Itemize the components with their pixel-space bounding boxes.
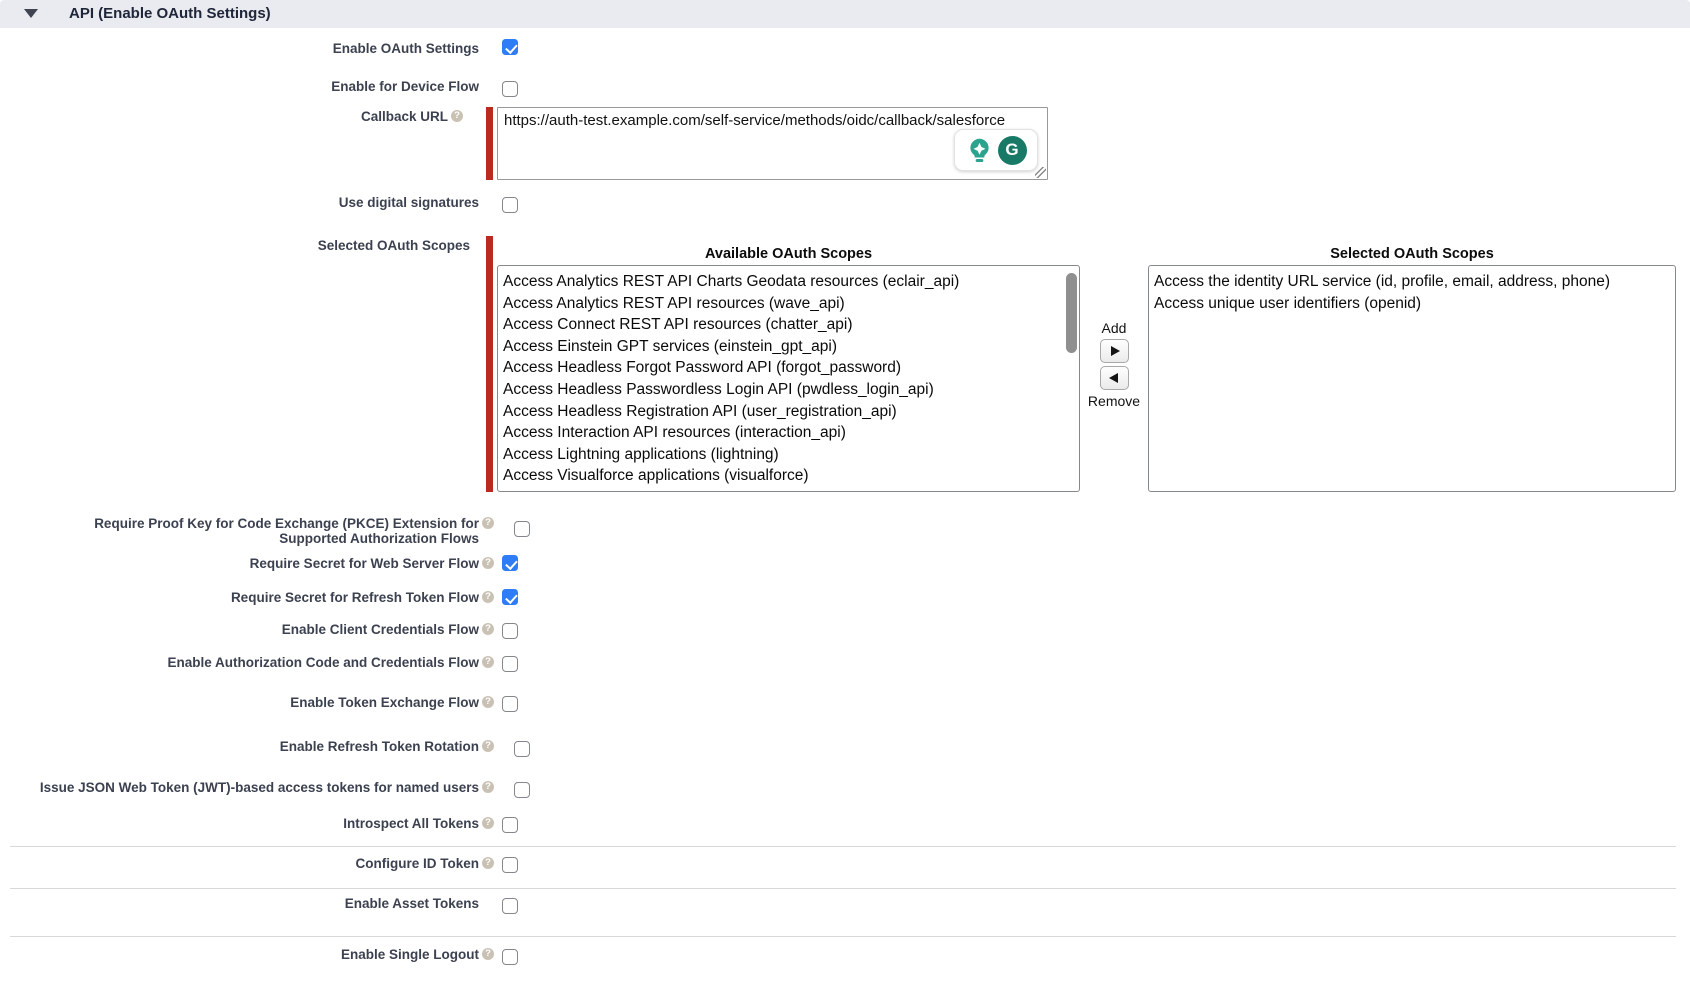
use-digital-signatures-checkbox[interactable] [502, 197, 518, 213]
add-scope-button[interactable] [1100, 339, 1129, 363]
grammarly-logo-icon[interactable]: G [998, 136, 1027, 165]
row-divider [10, 846, 1676, 847]
selected-scopes-header: Selected OAuth Scopes [1148, 246, 1676, 262]
help-icon[interactable] [451, 110, 463, 122]
selected-scopes-listbox[interactable]: Access the identity URL service (id, pro… [1148, 265, 1676, 492]
scope-option[interactable]: Access Visualforce applications (visualf… [498, 465, 1079, 487]
remove-scope-button[interactable] [1100, 366, 1129, 390]
enable-client-credentials-flow-checkbox[interactable] [502, 623, 518, 639]
scrollbar-thumb[interactable] [1066, 273, 1077, 353]
section-header-api-oauth[interactable]: API (Enable OAuth Settings) [0, 0, 1690, 28]
help-icon[interactable] [482, 948, 494, 960]
required-indicator [486, 107, 493, 180]
arrow-right-icon [1111, 346, 1120, 356]
field-label: Enable for Device Flow [0, 79, 479, 94]
help-icon[interactable] [482, 656, 494, 668]
callback-url-field: https://auth-test.example.com/self-servi… [497, 107, 1048, 180]
field-label: Configure ID Token [0, 856, 479, 871]
enable-asset-tokens-checkbox[interactable] [502, 898, 518, 914]
help-icon[interactable] [482, 781, 494, 793]
field-label: Enable Token Exchange Flow [0, 695, 479, 710]
introspect-all-tokens-checkbox[interactable] [502, 817, 518, 833]
enable-auth-code-credentials-flow-checkbox[interactable] [502, 656, 518, 672]
help-icon[interactable] [482, 857, 494, 869]
enable-single-logout-checkbox[interactable] [502, 949, 518, 965]
arrow-left-icon [1109, 373, 1118, 383]
help-icon[interactable] [482, 623, 494, 635]
oauth-settings-page: API (Enable OAuth Settings) Callback URL… [0, 0, 1690, 981]
scope-option[interactable]: Access Headless Passwordless Login API (… [498, 379, 1079, 401]
textarea-resize-grip[interactable] [1035, 167, 1046, 178]
scope-option[interactable]: Access Interaction API resources (intera… [498, 422, 1079, 444]
required-indicator [486, 236, 493, 492]
require-secret-web-server-flow-checkbox[interactable] [502, 555, 518, 571]
field-label: Require Secret for Web Server Flow [0, 556, 479, 571]
field-label: Introspect All Tokens [0, 816, 479, 831]
enable-refresh-token-rotation-checkbox[interactable] [514, 741, 530, 757]
field-label: Enable Single Logout [0, 947, 479, 962]
field-label: Require Secret for Refresh Token Flow [0, 590, 479, 605]
field-label: Enable Authorization Code and Credential… [0, 655, 479, 670]
field-label-line: Require Proof Key for Code Exchange (PKC… [94, 516, 479, 531]
enable-token-exchange-flow-checkbox[interactable] [502, 696, 518, 712]
field-label: Issue JSON Web Token (JWT)-based access … [0, 780, 479, 795]
field-label: Require Proof Key for Code Exchange (PKC… [0, 516, 479, 546]
field-label: Enable Asset Tokens [0, 896, 479, 911]
help-icon[interactable] [482, 557, 494, 569]
field-label: Callback URL [0, 109, 448, 124]
scope-option[interactable]: Access Einstein GPT services (einstein_g… [498, 336, 1079, 358]
help-icon[interactable] [482, 696, 494, 708]
field-label: Enable Refresh Token Rotation [0, 739, 479, 754]
field-label: Selected OAuth Scopes [0, 238, 470, 253]
row-divider [10, 936, 1676, 937]
scope-option[interactable]: Access Connect REST API resources (chatt… [498, 314, 1079, 336]
field-label-line: Supported Authorization Flows [279, 531, 479, 546]
scope-option[interactable]: Access Headless Forgot Password API (for… [498, 357, 1079, 379]
row-divider [10, 888, 1676, 889]
scope-option[interactable]: Access Headless Registration API (user_r… [498, 401, 1079, 423]
help-icon[interactable] [482, 517, 494, 529]
grammarly-lightbulb-icon[interactable] [966, 137, 993, 164]
scope-option[interactable]: Access Analytics REST API Charts Geodata… [498, 271, 1079, 293]
available-scopes-listbox[interactable]: Access Analytics REST API Charts Geodata… [497, 265, 1080, 492]
help-icon[interactable] [482, 817, 494, 829]
help-icon[interactable] [482, 740, 494, 752]
require-pkce-checkbox[interactable] [514, 521, 530, 537]
scope-option[interactable]: Access Lightning applications (lightning… [498, 444, 1079, 466]
field-label: Enable OAuth Settings [0, 41, 479, 56]
configure-id-token-checkbox[interactable] [502, 857, 518, 873]
grammarly-extension-overlay: G [954, 129, 1038, 171]
section-title: API (Enable OAuth Settings) [69, 5, 271, 22]
require-secret-refresh-token-flow-checkbox[interactable] [502, 589, 518, 605]
enable-for-device-flow-checkbox[interactable] [502, 81, 518, 97]
collapse-triangle-icon[interactable] [24, 9, 38, 18]
scope-option[interactable]: Access unique user identifiers (openid) [1149, 293, 1675, 315]
enable-oauth-settings-checkbox[interactable] [502, 39, 518, 55]
field-label: Use digital signatures [0, 195, 479, 210]
scope-option[interactable]: Access the identity URL service (id, pro… [1149, 271, 1675, 293]
issue-jwt-named-users-checkbox[interactable] [514, 782, 530, 798]
help-icon[interactable] [482, 591, 494, 603]
available-scopes-header: Available OAuth Scopes [497, 246, 1080, 262]
field-label: Enable Client Credentials Flow [0, 622, 479, 637]
scope-option[interactable]: Access Analytics REST API resources (wav… [498, 293, 1079, 315]
